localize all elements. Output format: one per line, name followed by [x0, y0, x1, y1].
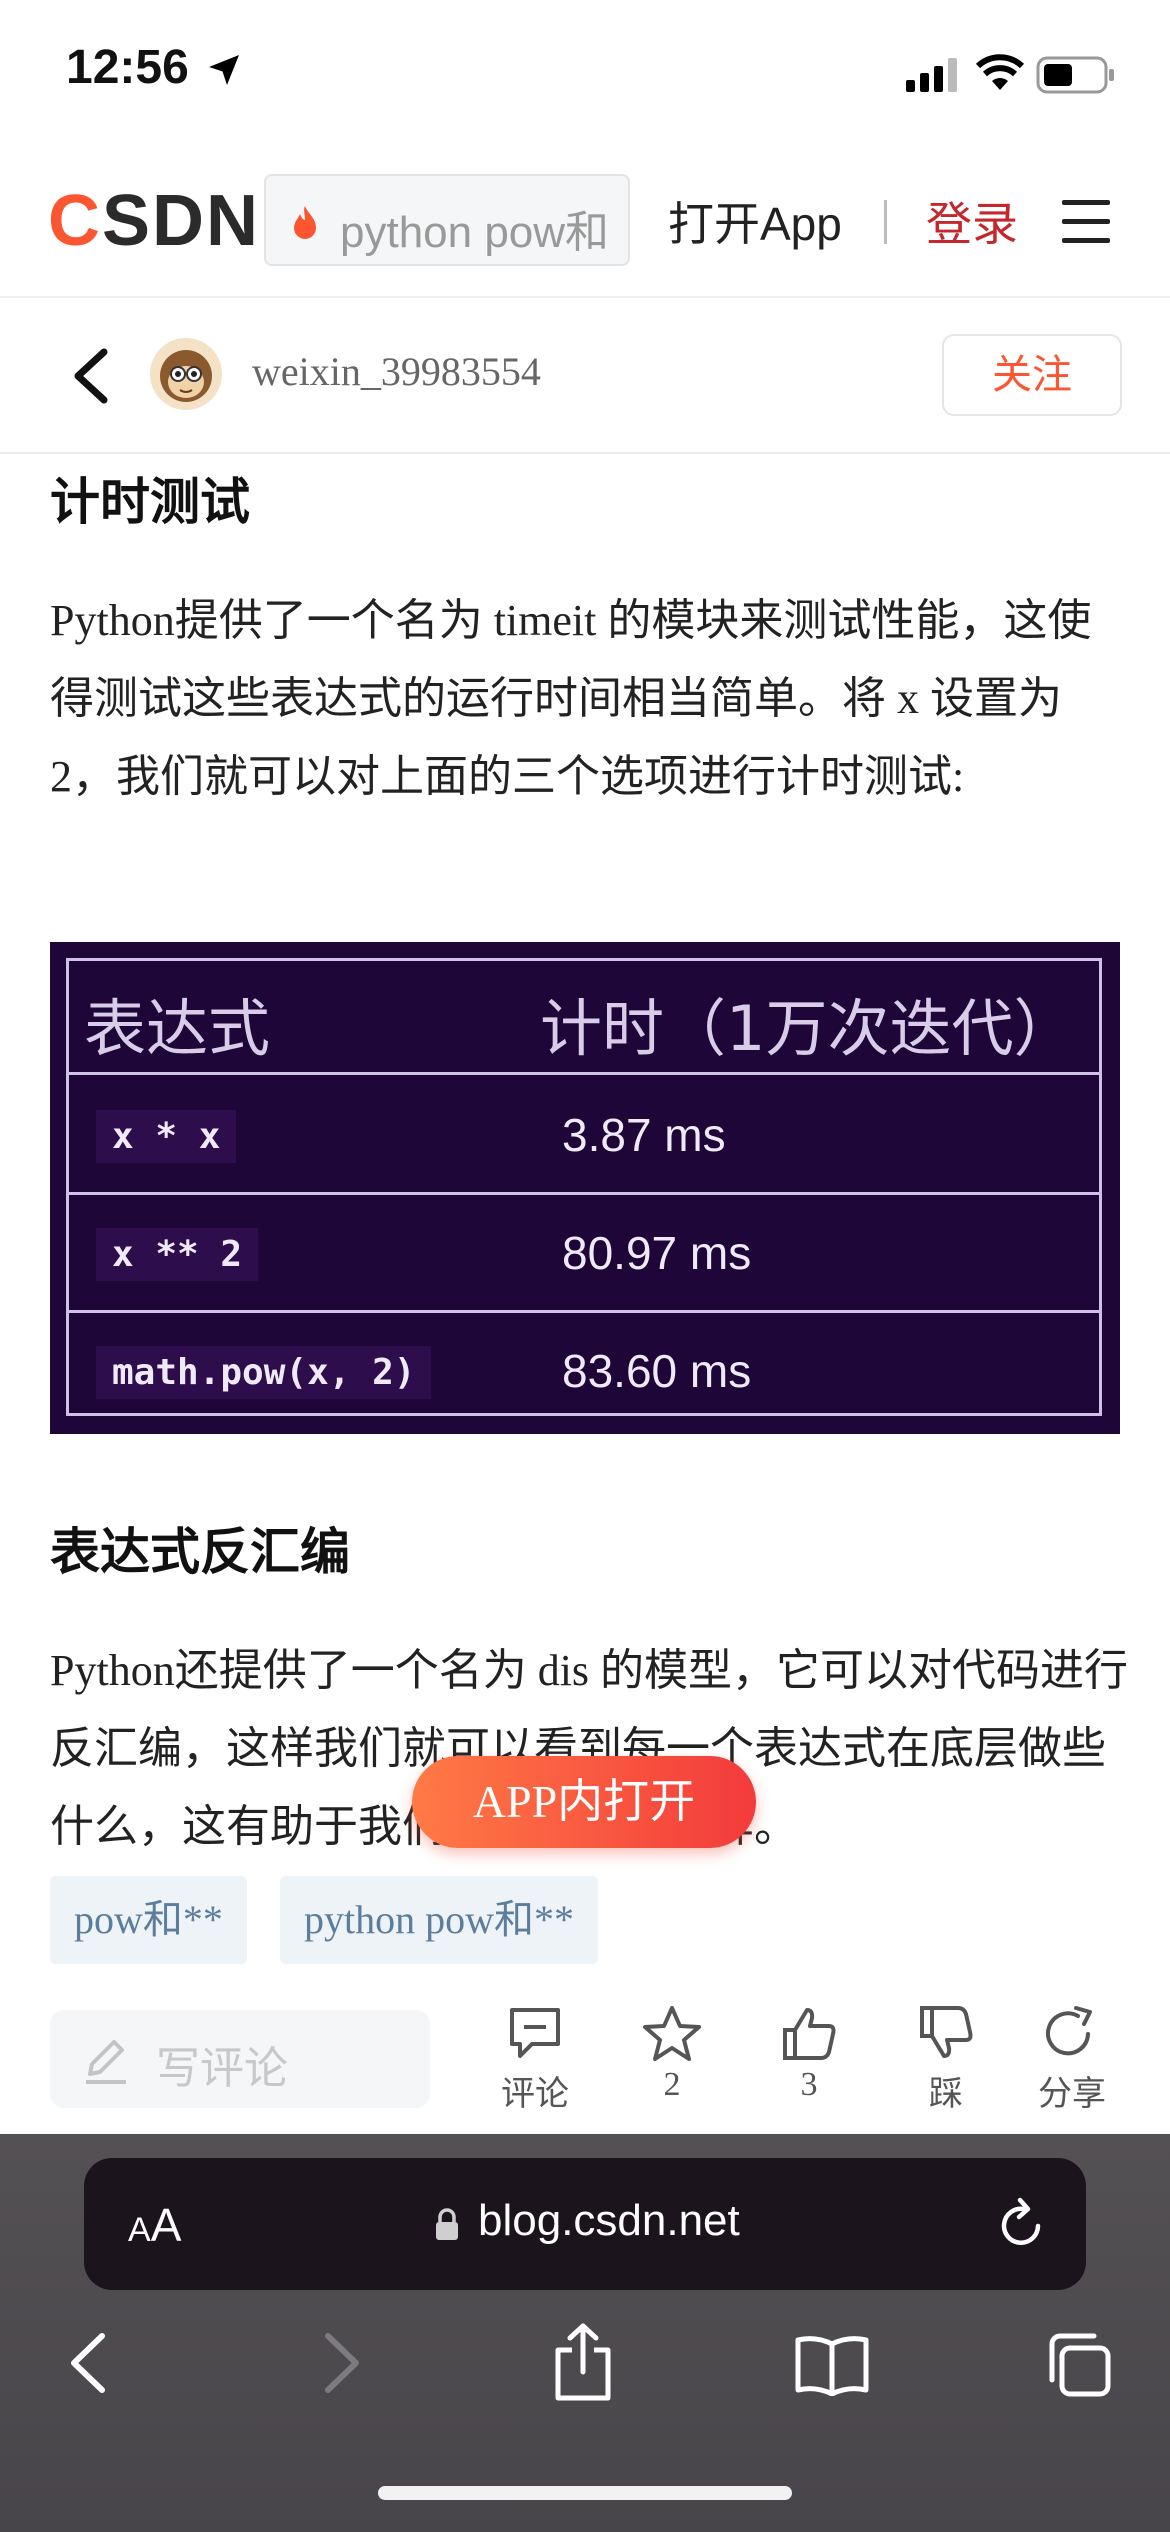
table-rule — [66, 1192, 1102, 1195]
thumbs-up-icon — [783, 2008, 836, 2060]
table-rule — [66, 1072, 1102, 1075]
author-name[interactable]: weixin_39983554 — [252, 348, 541, 395]
share-action[interactable]: 分享 — [1012, 2004, 1132, 2115]
table-cell-time: 80.97 ms — [562, 1227, 752, 1279]
like-action[interactable]: 3 — [749, 2004, 869, 2104]
site-header: CSDN python pow和 打开App 登录 — [0, 150, 1170, 298]
comment-action[interactable]: 评论 — [475, 2004, 595, 2115]
header-divider — [884, 200, 887, 244]
bookmarks-icon[interactable] — [794, 2334, 870, 2396]
share-label: 分享 — [1038, 2076, 1106, 2113]
section-title-disassembly: 表达式反汇编 — [50, 1523, 350, 1581]
monkey-avatar-icon — [150, 338, 222, 410]
login-link[interactable]: 登录 — [926, 188, 1018, 254]
address-bar[interactable]: AA blog.csdn.net — [84, 2158, 1086, 2290]
author-bar: weixin_39983554 关注 — [0, 298, 1170, 454]
favorite-count: 2 — [663, 2066, 681, 2103]
browser-back-icon[interactable] — [64, 2330, 112, 2396]
back-arrow-icon[interactable] — [70, 346, 110, 406]
write-comment-placeholder: 写评论 — [156, 2043, 288, 2094]
browser-forward-icon[interactable] — [318, 2330, 366, 2396]
favorite-action[interactable]: 2 — [612, 2004, 732, 2104]
fire-icon — [294, 206, 316, 239]
like-count: 3 — [800, 2066, 818, 2103]
cellular-signal-icon — [906, 58, 957, 92]
table-header-time: 计时（1万次迭代） — [540, 992, 1076, 1065]
table-cell-expr: x * x — [96, 1110, 237, 1163]
comment-icon — [510, 2008, 560, 2058]
wifi-icon — [976, 54, 1024, 90]
csdn-logo[interactable]: CSDN — [48, 180, 260, 262]
table-cell-expr: math.pow(x, 2) — [96, 1346, 432, 1399]
home-indicator[interactable] — [378, 2486, 792, 2500]
table-rule — [66, 1310, 1102, 1313]
dislike-label: 踩 — [929, 2076, 963, 2113]
tag-item[interactable]: python pow和** — [280, 1876, 598, 1964]
aa-big: A — [150, 2199, 182, 2251]
thumbs-down-icon — [920, 2006, 973, 2058]
reload-icon[interactable] — [994, 2196, 1048, 2252]
search-placeholder: python pow和 — [340, 208, 610, 257]
search-box[interactable]: python pow和 — [264, 174, 630, 266]
table-header-expr: 表达式 — [84, 992, 271, 1065]
share-sheet-icon[interactable] — [550, 2322, 616, 2402]
share-icon — [1046, 2006, 1092, 2056]
open-in-app-button[interactable]: APP内打开 — [412, 1756, 756, 1848]
status-time: 12:56 — [66, 41, 189, 94]
text-size-button[interactable]: AA — [128, 2198, 181, 2252]
status-bar: 12:56 — [0, 0, 1170, 150]
comment-action-label: 评论 — [501, 2076, 569, 2113]
star-icon — [643, 2006, 701, 2061]
write-comment-input[interactable]: 写评论 — [50, 2010, 430, 2108]
tag-item[interactable]: pow和** — [50, 1876, 247, 1964]
timing-table-image: 表达式 计时（1万次迭代） x * x 3.87 ms x ** 2 80.97… — [50, 942, 1120, 1434]
tabs-icon[interactable] — [1044, 2330, 1114, 2400]
battery-icon — [1036, 56, 1114, 94]
hamburger-menu-icon[interactable] — [1060, 196, 1112, 248]
logo-rest: SDN — [102, 181, 261, 261]
logo-c: C — [48, 181, 102, 261]
follow-button[interactable]: 关注 — [942, 334, 1122, 416]
table-cell-time: 83.60 ms — [562, 1345, 752, 1397]
aa-small: A — [128, 2211, 151, 2249]
url-text: blog.csdn.net — [478, 2196, 740, 2245]
lock-icon — [436, 2208, 458, 2240]
pen-icon — [86, 2040, 126, 2084]
paragraph-timing: Python提供了一个名为 timeit 的模块来测试性能，这使得测试这些表达式… — [50, 596, 1092, 801]
location-arrow-icon — [209, 55, 239, 85]
open-app-link[interactable]: 打开App — [668, 188, 842, 254]
dislike-action[interactable]: 踩 — [886, 2004, 1006, 2115]
section-title-timing: 计时测试 — [50, 473, 250, 531]
author-avatar[interactable] — [150, 338, 222, 410]
comment-bar: 写评论 评论 2 3 踩 分享 — [0, 1992, 1170, 2134]
table-cell-expr: x ** 2 — [96, 1228, 259, 1281]
browser-toolbar: AA blog.csdn.net — [0, 2134, 1170, 2532]
table-cell-time: 3.87 ms — [562, 1109, 726, 1161]
